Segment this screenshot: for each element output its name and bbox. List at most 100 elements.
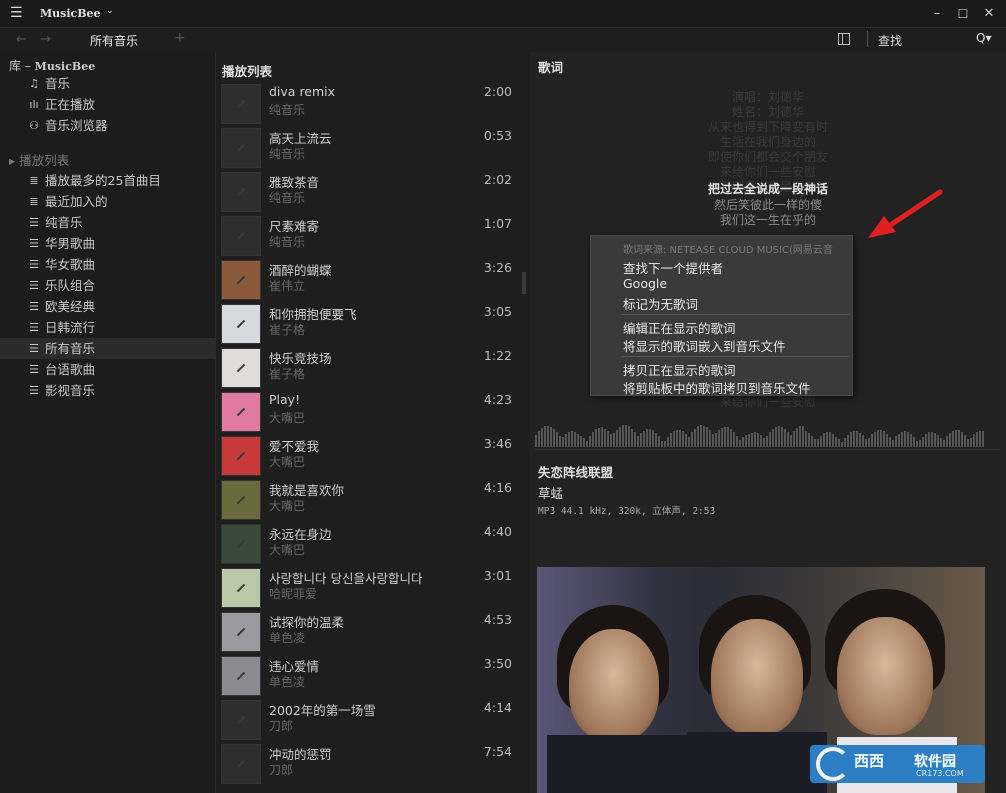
track-row[interactable]: 사랑합니다 당신을사랑합니다 哈昵菲爱 3:01 [216,566,530,610]
track-duration: 7:54 [483,744,512,759]
track-row[interactable]: 违心爱情 单色凌 3:50 [216,654,530,698]
sidebar-item-playlist[interactable]: ☰ 华男歌曲 [0,233,216,254]
track-row[interactable]: 雅致茶音 纯音乐 2:02 [216,170,530,214]
sidebar-item-playlist[interactable]: ☰ 所有音乐 [0,338,216,359]
playlist-icon: ≣ [29,174,39,187]
sidebar-item-label: 影视音乐 [45,383,96,398]
menu-item-google[interactable]: Google [623,276,667,291]
layout-icon[interactable] [838,33,850,45]
track-duration: 3:50 [483,656,512,671]
hamburger-menu-icon[interactable]: ☰ [10,5,28,21]
watermark-brand: 西西 [854,752,885,770]
menu-item-copy-lyrics[interactable]: 拷贝正在显示的歌词 [623,360,736,379]
playlist-scrollbar[interactable] [522,272,526,294]
track-thumbnail [221,568,261,608]
playlist-icon: ☰ [29,300,39,313]
close-button[interactable]: ✕ [978,4,1000,24]
add-tab-button[interactable]: + [174,30,186,46]
menu-item-edit-lyrics[interactable]: 编辑正在显示的歌词 [623,318,736,337]
playlist-icon: ☰ [29,321,39,334]
spectrum-visualizer [535,407,1000,447]
sidebar-item-label: 乐队组合 [45,278,96,293]
menu-item-mark-no-lyrics[interactable]: 标记为无歌词 [623,294,698,313]
track-row[interactable]: 2002年的第一场雪 刀郎 4:14 [216,698,530,742]
tab-all-music[interactable]: 所有音乐 [90,32,138,49]
sidebar-item-playlist[interactable]: ☰ 华女歌曲 [0,254,216,275]
sidebar-item-playlist[interactable]: ☰ 影视音乐 [0,380,216,401]
track-row[interactable]: Play! 大嘴巴 4:23 [216,390,530,434]
track-row[interactable]: 尺素难寄 纯音乐 1:07 [216,214,530,258]
sidebar-item-label: 纯音乐 [45,215,83,230]
library-name[interactable]: MusicBee [35,60,96,73]
sidebar-item-playlist[interactable]: ≣ 播放最多的25首曲目 [0,170,216,191]
track-duration: 0:53 [483,128,512,143]
track-row[interactable]: 冲动的惩罚 刀郎 7:54 [216,742,530,786]
now-playing-artist: 草蜢 [538,486,564,501]
sidebar-item-playlist[interactable]: ☰ 台语歌曲 [0,359,216,380]
track-artist: 单色凌 [269,675,306,689]
track-duration: 4:40 [483,524,512,539]
track-thumbnail [221,656,261,696]
track-row[interactable]: 我就是喜欢你 大嘴巴 4:16 [216,478,530,522]
sidebar-item-label: 正在播放 [45,97,96,112]
menu-item-next-provider[interactable]: 查找下一个提供者 [623,258,723,277]
app-name[interactable]: MusicBee [40,7,101,20]
track-thumbnail [221,172,261,212]
menu-item-embed-lyrics[interactable]: 将显示的歌词嵌入到音乐文件 [623,336,786,355]
track-thumbnail [221,348,261,388]
search-label[interactable]: 查找 [878,32,902,49]
track-row[interactable]: 永远在身边 大嘴巴 4:40 [216,522,530,566]
sidebar-item-playlist[interactable]: ☰ 日韩流行 [0,317,216,338]
sidebar-item-playlist[interactable]: ☰ 乐队组合 [0,275,216,296]
track-duration: 3:01 [483,568,512,583]
track-thumbnail [221,524,261,564]
sidebar-item-label: 欧美经典 [45,299,96,314]
track-row[interactable]: 试探你的温柔 单色凌 4:53 [216,610,530,654]
sidebar-item-library[interactable]: ♫ 音乐 [0,73,216,94]
search-icon[interactable]: Q▾ [976,31,991,45]
red-arrow-icon [868,189,943,238]
watermark-name: 软件园 [914,754,956,770]
maximize-button[interactable]: ☐ [952,4,974,24]
track-artist: 纯音乐 [269,147,306,161]
track-row[interactable]: diva remix 纯音乐 2:00 [216,82,530,126]
track-thumbnail [221,392,261,432]
track-artist: 哈昵菲爱 [269,587,318,601]
track-row[interactable]: 爱不爱我 大嘴巴 3:46 [216,434,530,478]
toolbar-separator [867,31,868,47]
sidebar-item-label: 音乐 [45,76,71,91]
track-thumbnail [221,304,261,344]
track-duration: 2:02 [483,172,512,187]
library-header-label: 库 – [9,59,31,73]
playlist-panel: 播放列表 diva remix 纯音乐 2:00 高天上流云 纯音乐 0:53 雅致茶音 纯音… [216,52,530,793]
sidebar-item-label: 最近加入的 [45,194,108,209]
track-artist: 崔子格 [269,323,306,337]
track-row[interactable]: 酒醉的蝴蝶 崔伟立 3:26 [216,258,530,302]
lyrics-context-menu: 歌词来源: NETEASE CLOUD MUSIC(网易云音 查找下一个提供者 … [590,235,853,396]
minimize-button[interactable]: – [926,4,948,24]
track-artist: 大嘴巴 [269,499,306,513]
track-row[interactable]: 和你拥抱便要飞 崔子格 3:05 [216,302,530,346]
sidebar-item-playlist[interactable]: ≣ 最近加入的 [0,191,216,212]
back-arrow-icon[interactable]: ← [16,32,27,47]
sidebar-item-label: 播放最多的25首曲目 [45,173,161,188]
track-artist: 纯音乐 [269,235,306,249]
now-playing-title: 失恋阵线联盟 [538,465,614,480]
sidebar-item-library[interactable]: ⚇ 音乐浏览器 [0,115,216,136]
track-row[interactable]: 快乐竞技场 崔子格 1:22 [216,346,530,390]
sidebar-item-playlist[interactable]: ☰ 纯音乐 [0,212,216,233]
track-thumbnail [221,436,261,476]
sidebar-item-library[interactable]: ılı 正在播放 [0,94,216,115]
track-thumbnail [221,700,261,740]
library-item-icon: ♫ [29,77,39,90]
menu-item-paste-lyrics[interactable]: 将剪贴板中的歌词拷贝到音乐文件 [623,378,811,397]
forward-arrow-icon[interactable]: → [40,32,51,47]
playlists-header[interactable]: ▸ 播放列表 [9,150,69,169]
sidebar: 库 – MusicBee ♫ 音乐 ılı 正在播放 ⚇ 音乐浏览器 ▸ 播放列表 ≣ 播放… [0,52,216,793]
playlist-icon: ☰ [29,384,39,397]
track-duration: 1:22 [483,348,512,363]
track-thumbnail [221,480,261,520]
track-row[interactable]: 高天上流云 纯音乐 0:53 [216,126,530,170]
sidebar-item-playlist[interactable]: ☰ 欧美经典 [0,296,216,317]
chevron-down-icon[interactable]: ⌄ [106,6,114,16]
